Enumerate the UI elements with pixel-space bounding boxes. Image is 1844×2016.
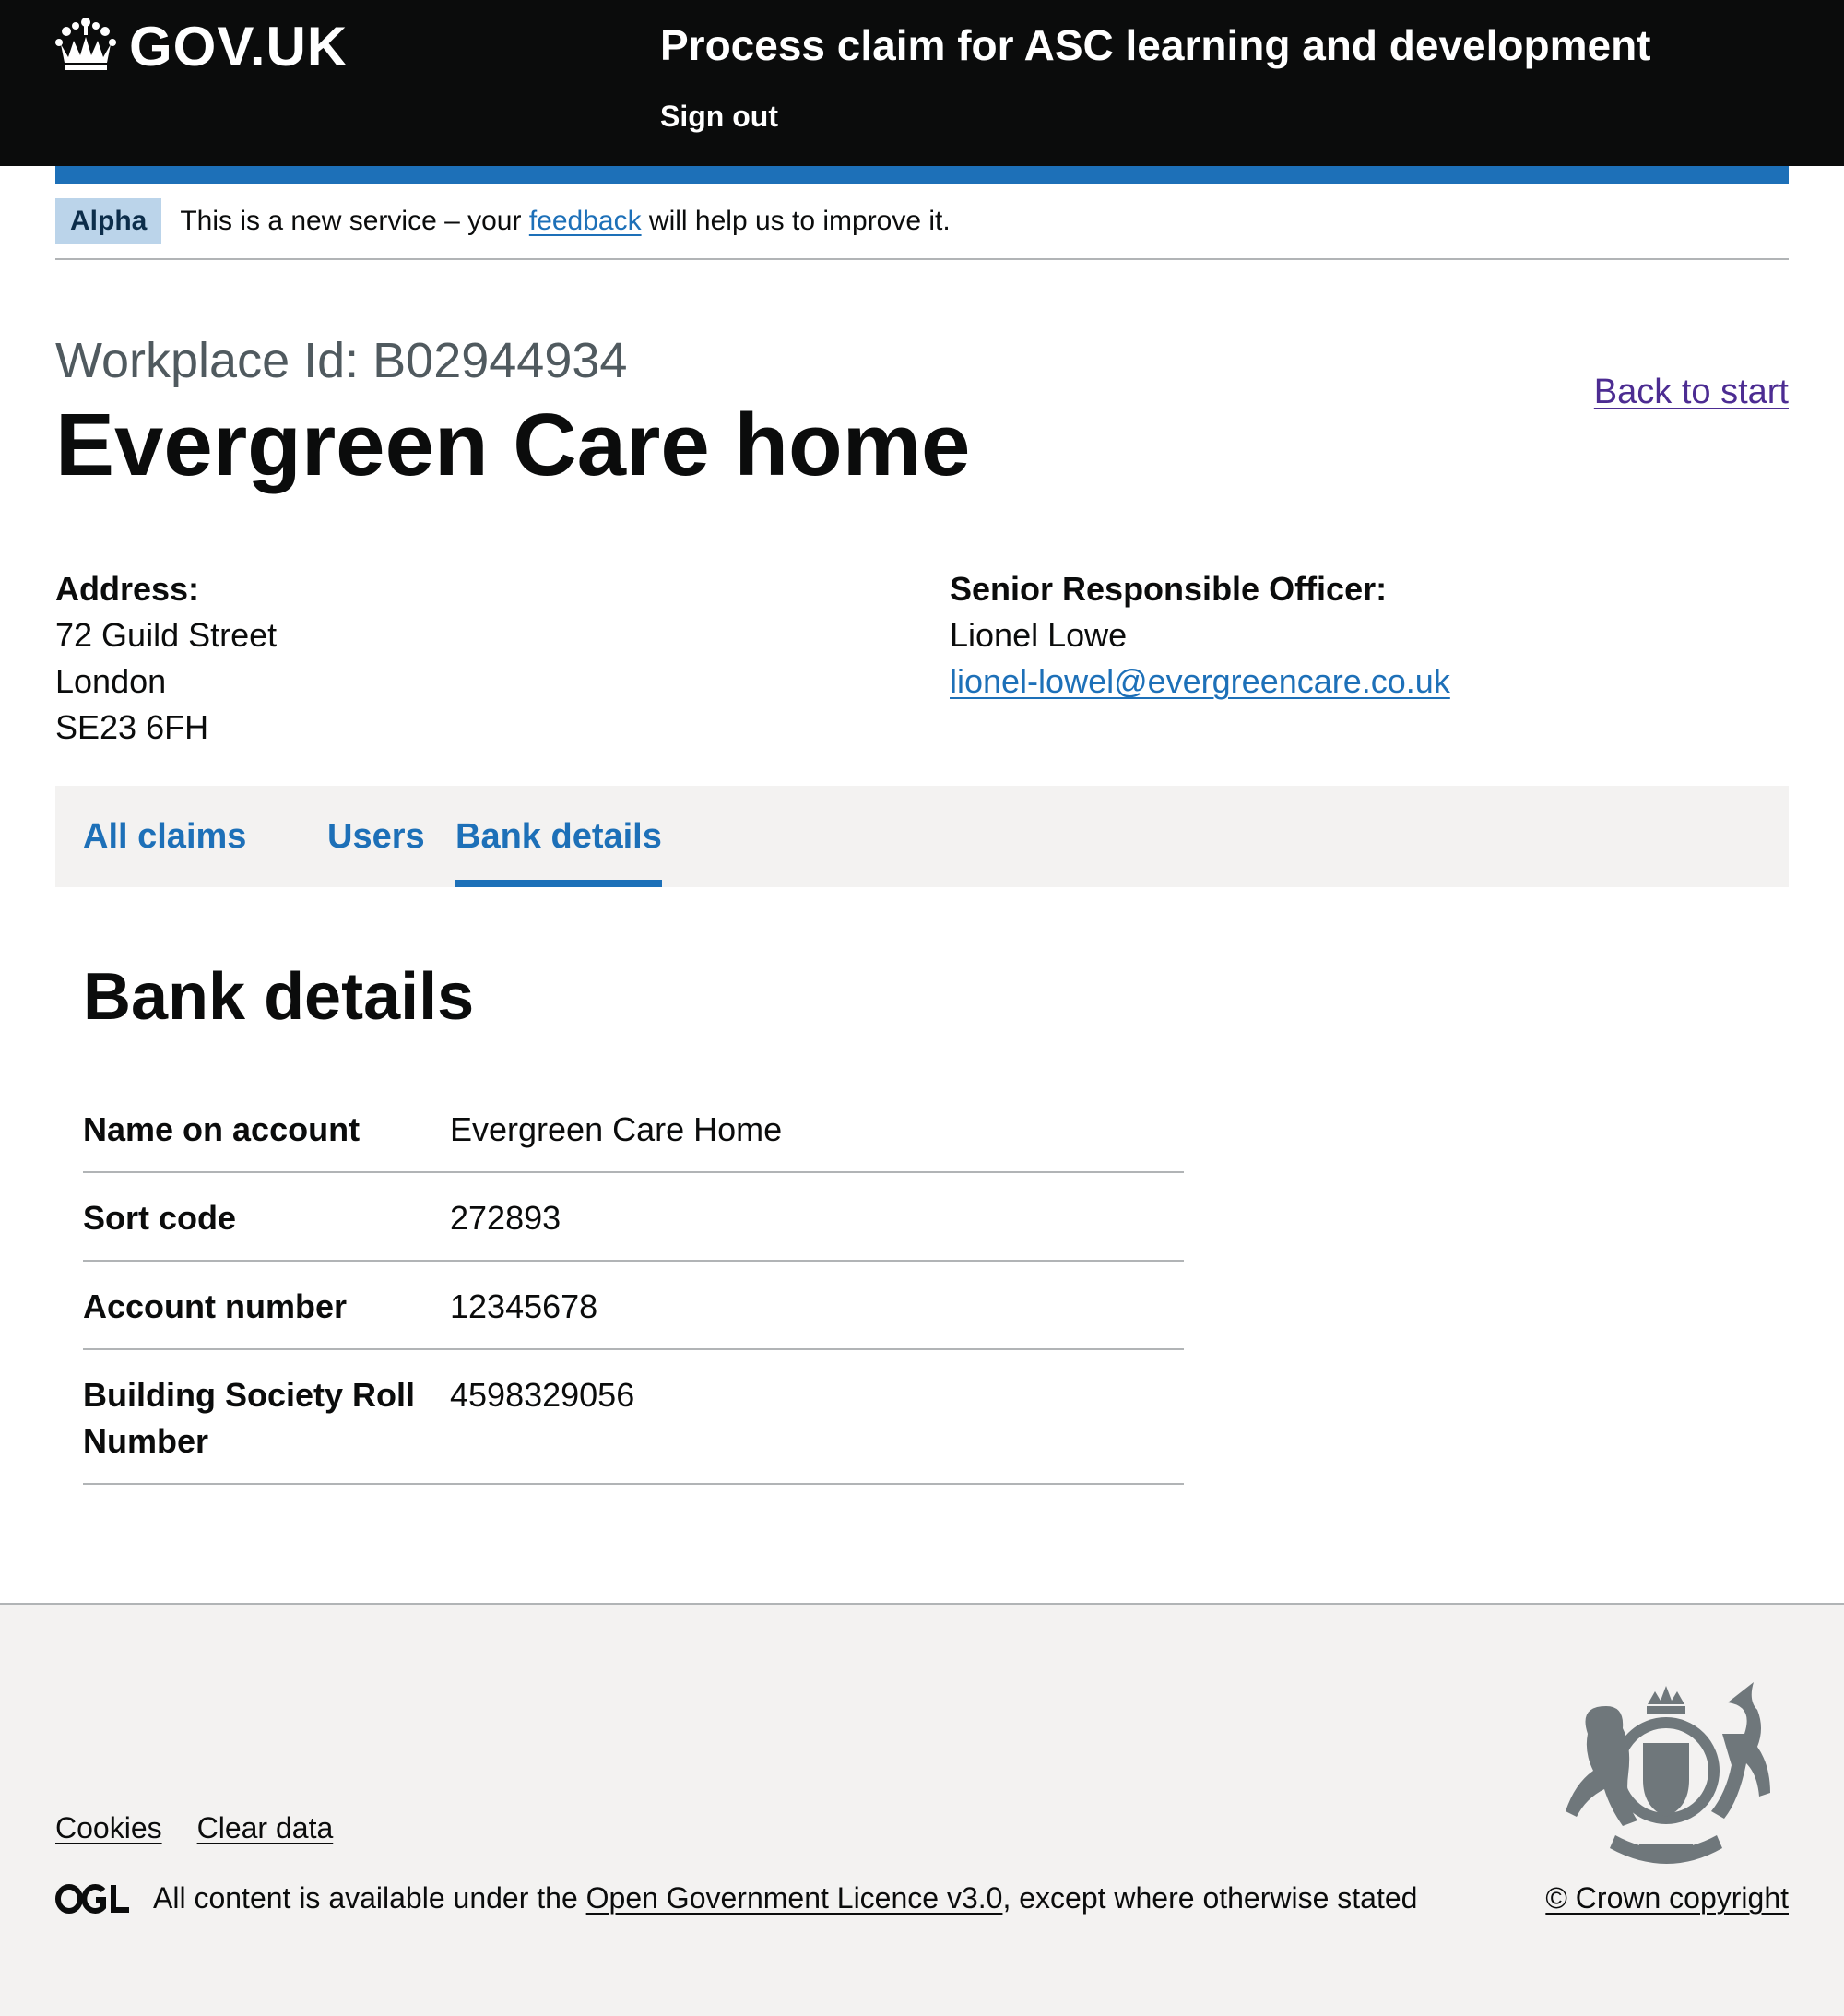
sro-name: Lionel Lowe (950, 616, 1128, 654)
logo-text: GOV.UK (129, 15, 349, 77)
footer-links: Cookies Clear data (55, 1811, 333, 1845)
tab-all-claims[interactable]: All claims (83, 786, 246, 887)
address-line: 72 Guild Street (55, 616, 278, 654)
tab-bank-details[interactable]: Bank details (455, 786, 662, 887)
clear-data-link[interactable]: Clear data (197, 1811, 334, 1845)
summary-key: Name on account (83, 1110, 361, 1148)
summary-key: Sort code (83, 1199, 237, 1237)
summary-row: Name on account Evergreen Care Home (83, 1107, 1184, 1173)
phase-tag: Alpha (55, 198, 162, 244)
summary-value: 4598329056 (450, 1376, 635, 1414)
summary-value: 12345678 (450, 1287, 598, 1325)
ogl-logo-icon (55, 1883, 131, 1915)
bank-details-summary: Name on account Evergreen Care Home Sort… (83, 1107, 1184, 1507)
address-line: London (55, 662, 167, 700)
summary-key: Account number (83, 1287, 348, 1325)
tab-users[interactable]: Users (327, 786, 425, 887)
back-to-start-link[interactable]: Back to start (1594, 373, 1789, 412)
feedback-link[interactable]: feedback (529, 206, 642, 236)
crown-copyright: © Crown copyright (1545, 1881, 1789, 1915)
phase-banner-text: This is a new service – your feedback wi… (180, 206, 950, 237)
sro-label: Senior Responsible Officer: (950, 570, 1388, 608)
licence-text: All content is available under the Open … (153, 1881, 1417, 1915)
address-line: SE23 6FH (55, 708, 209, 746)
licence-text-before: All content is available under the (153, 1881, 586, 1915)
bank-details-heading: Bank details (83, 960, 475, 1034)
cookies-link[interactable]: Cookies (55, 1811, 162, 1845)
workplace-id-caption: Workplace Id: B02944934 (55, 333, 628, 388)
licence-statement: All content is available under the Open … (55, 1881, 1417, 1915)
page-title: Evergreen Care home (55, 396, 971, 494)
summary-key: Building Society Roll Number (83, 1376, 416, 1460)
service-name[interactable]: Process claim for ASC learning and devel… (660, 20, 1651, 70)
summary-row: Account number 12345678 (83, 1284, 1184, 1350)
sro-block: Senior Responsible Officer: Lionel Lowe … (950, 566, 1450, 705)
ogl-licence-link[interactable]: Open Government Licence v3.0 (586, 1881, 1003, 1915)
phase-banner: Alpha This is a new service – your feedb… (55, 184, 1789, 260)
sro-email-link[interactable]: lionel-lowel@evergreencare.co.uk (950, 662, 1450, 700)
summary-row: Building Society Roll Number 4598329056 (83, 1372, 1184, 1485)
address-block: Address: 72 Guild Street London SE23 6FH (55, 566, 277, 751)
header-blue-bar (55, 166, 1789, 184)
licence-text-after: , except where otherwise stated (1002, 1881, 1418, 1915)
site-footer: Cookies Clear data All content is availa… (0, 1603, 1844, 2016)
phase-text-before: This is a new service – your (180, 206, 529, 236)
address-label: Address: (55, 570, 200, 608)
sign-out-link[interactable]: Sign out (660, 100, 778, 134)
summary-value: 272893 (450, 1199, 561, 1237)
crown-icon (55, 17, 116, 77)
site-header: GOV.UK Process claim for ASC learning an… (0, 0, 1844, 166)
phase-text-after: will help us to improve it. (641, 206, 951, 236)
royal-coat-of-arms-icon (1551, 1678, 1781, 1872)
crown-copyright-link[interactable]: © Crown copyright (1545, 1881, 1789, 1915)
summary-value: Evergreen Care Home (450, 1110, 783, 1148)
tab-navigation: All claims Users Bank details (55, 786, 1789, 887)
govuk-logo-link[interactable]: GOV.UK (55, 13, 348, 79)
summary-row: Sort code 272893 (83, 1195, 1184, 1262)
